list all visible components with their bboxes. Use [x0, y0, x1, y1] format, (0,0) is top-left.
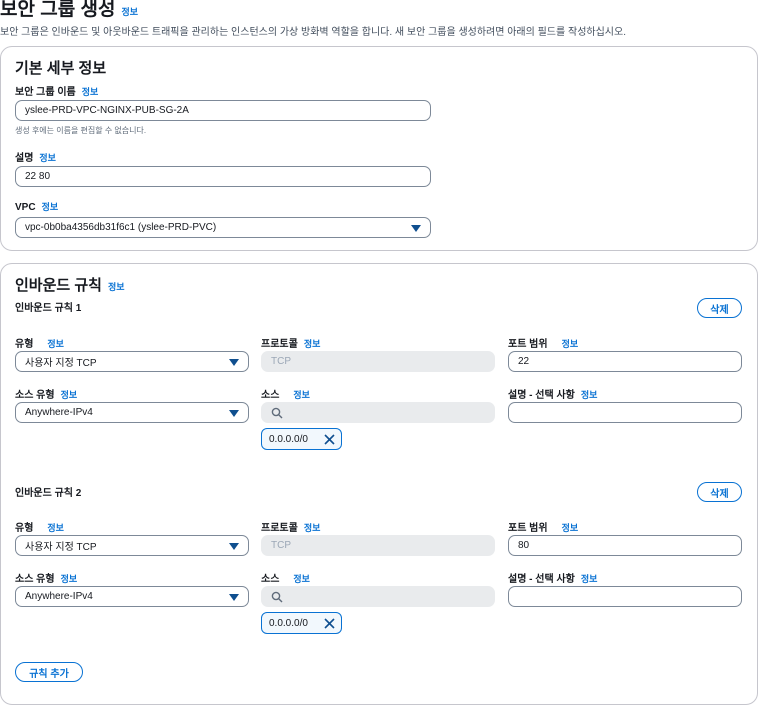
page-title: 보안 그룹 생성 정보 [0, 0, 138, 21]
rule-1-desc-label: 설명 - 선택 사항 정보 [508, 386, 597, 401]
info-link[interactable]: 정보 [581, 390, 598, 400]
page-description: 보안 그룹은 인바운드 및 아웃바운드 트래픽을 관리하는 인스턴스의 가상 방… [0, 27, 626, 38]
caret-down-icon [229, 542, 239, 550]
source-label-text: 소스 [261, 390, 280, 401]
rule-2-protocol-value: TCP [271, 540, 291, 551]
name-hint: 생성 후에는 이름을 편집할 수 없습니다. [15, 126, 147, 135]
rule-1-type-value: 사용자 지정 TCP [25, 358, 97, 369]
security-group-name-value: yslee-PRD-VPC-NGINX-PUB-SG-2A [25, 105, 189, 116]
info-link[interactable]: 정보 [47, 339, 64, 349]
caret-down-icon [411, 224, 421, 232]
info-link[interactable]: 정보 [304, 523, 321, 533]
rule-2-port-input[interactable]: 80 [508, 535, 742, 556]
info-link[interactable]: 정보 [562, 523, 579, 533]
rule-1-port-label: 포트 범위 정보 [508, 335, 578, 350]
rule-1-source-type-select[interactable]: Anywhere-IPv4 [15, 402, 249, 423]
rule-2-source-type-label: 소스 유형 정보 [15, 570, 77, 585]
rule-1-desc-input[interactable] [508, 402, 742, 423]
vpc-select[interactable]: vpc-0b0ba4356db31f6c1 (yslee-PRD-PVC) [15, 217, 431, 238]
info-link[interactable]: 정보 [108, 282, 125, 292]
rule-2-desc-label: 설명 - 선택 사항 정보 [508, 570, 597, 585]
close-icon[interactable] [324, 434, 335, 445]
basic-details-heading: 기본 세부 정보 [15, 60, 107, 77]
rule-1-source-search[interactable] [261, 402, 495, 423]
caret-down-icon [229, 593, 239, 601]
info-link[interactable]: 정보 [47, 523, 64, 533]
rule-1-type-select[interactable]: 사용자 지정 TCP [15, 351, 249, 372]
rule-1-source-type-label: 소스 유형 정보 [15, 386, 77, 401]
rule-2-source-type-value: Anywhere-IPv4 [25, 591, 93, 602]
rule-2-protocol-input: TCP [261, 535, 495, 556]
inbound-rules-heading: 인바운드 규칙 정보 [15, 274, 125, 295]
rule-1-type-label: 유형 정보 [15, 335, 64, 350]
rule-1-title: 인바운드 규칙 1 [15, 303, 82, 314]
caret-down-icon [229, 409, 239, 417]
security-group-name-label-text: 보안 그룹 이름 [15, 87, 76, 98]
caret-down-icon [229, 358, 239, 366]
search-icon [271, 407, 283, 419]
rule-2-type-value: 사용자 지정 TCP [25, 542, 97, 553]
rule-2-type-select[interactable]: 사용자 지정 TCP [15, 535, 249, 556]
info-link[interactable]: 정보 [304, 339, 321, 349]
description-label-text: 설명 [15, 153, 34, 164]
rule-1-token-value: 0.0.0.0/0 [269, 433, 308, 445]
vpc-label: VPC 정보 [15, 200, 58, 213]
description-input[interactable]: 22 80 [15, 166, 431, 187]
rule-1-port-value: 22 [518, 356, 530, 367]
rule-2-port-label: 포트 범위 정보 [508, 519, 578, 534]
vpc-label-text: VPC [15, 202, 36, 213]
rule-2-port-value: 80 [518, 540, 530, 551]
protocol-label-text: 프로토콜 [261, 523, 298, 534]
source-type-label-text: 소스 유형 [15, 574, 55, 585]
rule-1-source-label: 소스 정보 [261, 386, 310, 401]
info-link[interactable]: 정보 [61, 390, 78, 400]
source-label-text: 소스 [261, 574, 280, 585]
rule-1-source-type-value: Anywhere-IPv4 [25, 407, 93, 418]
port-label-text: 포트 범위 [508, 339, 548, 350]
type-label-text: 유형 [15, 523, 34, 534]
desc-label-text: 설명 - 선택 사항 [508, 390, 575, 401]
rule-2-source-token: 0.0.0.0/0 [261, 612, 342, 634]
rule-1-source-token: 0.0.0.0/0 [261, 428, 342, 450]
security-group-name-input[interactable]: yslee-PRD-VPC-NGINX-PUB-SG-2A [15, 100, 431, 121]
page-title-text: 보안 그룹 생성 [0, 0, 116, 20]
description-label: 설명 정보 [15, 149, 56, 164]
rule-2-source-label: 소스 정보 [261, 570, 310, 585]
rule-1-protocol-input: TCP [261, 351, 495, 372]
inbound-rules-panel [0, 263, 758, 705]
info-link[interactable]: 정보 [562, 339, 579, 349]
vpc-value: vpc-0b0ba4356db31f6c1 (yslee-PRD-PVC) [25, 222, 217, 233]
rule-2-source-type-select[interactable]: Anywhere-IPv4 [15, 586, 249, 607]
info-link[interactable]: 정보 [121, 7, 138, 17]
info-link[interactable]: 정보 [293, 390, 310, 400]
close-icon[interactable] [324, 618, 335, 629]
info-link[interactable]: 정보 [293, 574, 310, 584]
info-link[interactable]: 정보 [581, 574, 598, 584]
security-group-name-label: 보안 그룹 이름 정보 [15, 83, 98, 98]
rule-2-type-label: 유형 정보 [15, 519, 64, 534]
info-link[interactable]: 정보 [82, 87, 99, 97]
inbound-rules-heading-text: 인바운드 규칙 [15, 277, 102, 294]
rule-2-source-search[interactable] [261, 586, 495, 607]
description-value: 22 80 [25, 171, 51, 182]
port-label-text: 포트 범위 [508, 523, 548, 534]
type-label-text: 유형 [15, 339, 34, 350]
rule-1-protocol-label: 프로토콜 정보 [261, 335, 320, 350]
info-link[interactable]: 정보 [42, 202, 59, 212]
protocol-label-text: 프로토콜 [261, 339, 298, 350]
rule-1-port-input[interactable]: 22 [508, 351, 742, 372]
info-link[interactable]: 정보 [61, 574, 78, 584]
rule-2-token-value: 0.0.0.0/0 [269, 617, 308, 629]
delete-rule-1-button[interactable]: 삭제 [697, 298, 742, 318]
add-rule-button[interactable]: 규칙 추가 [15, 662, 83, 682]
rule-2-desc-input[interactable] [508, 586, 742, 607]
desc-label-text: 설명 - 선택 사항 [508, 574, 575, 585]
delete-rule-2-button[interactable]: 삭제 [697, 482, 742, 502]
source-type-label-text: 소스 유형 [15, 390, 55, 401]
rule-1-protocol-value: TCP [271, 356, 291, 367]
info-link[interactable]: 정보 [39, 153, 56, 163]
rule-2-title: 인바운드 규칙 2 [15, 488, 82, 499]
search-icon [271, 591, 283, 603]
rule-2-protocol-label: 프로토콜 정보 [261, 519, 320, 534]
